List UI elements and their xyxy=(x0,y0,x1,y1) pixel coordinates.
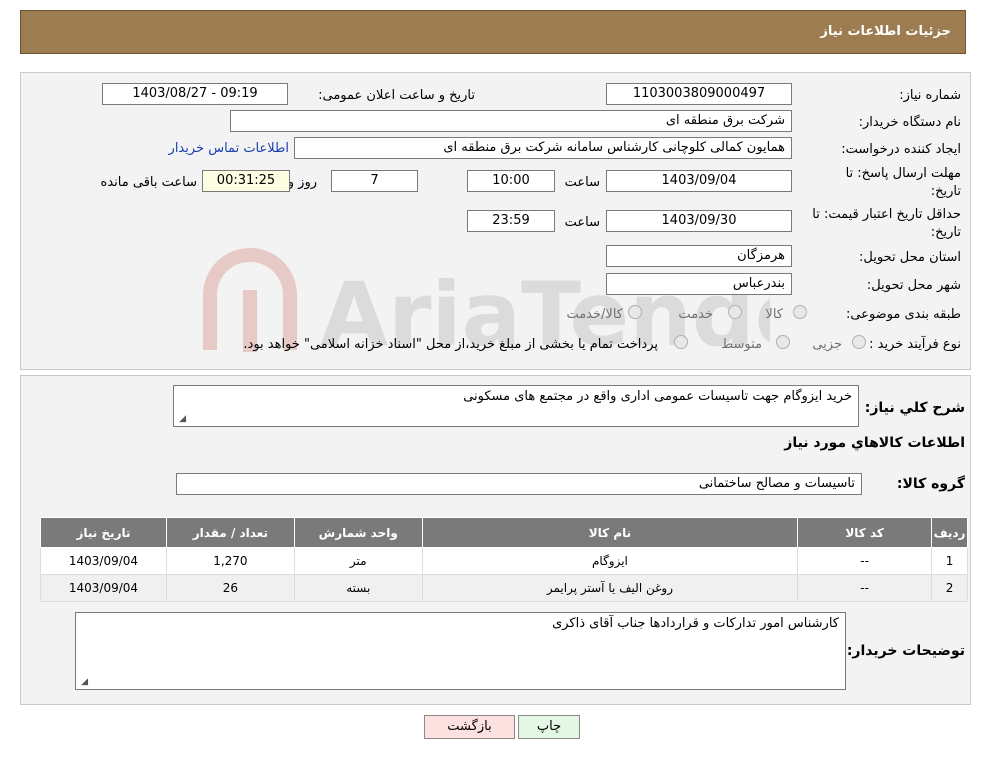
days-field[interactable]: 7 xyxy=(331,170,418,192)
need-number-label: شماره نیاز: xyxy=(899,88,961,103)
description-label: شرح کلي نياز: xyxy=(864,400,965,416)
cell-name: روغن الیف یا آستر پرایمر xyxy=(421,574,799,602)
col-row: ردیف xyxy=(931,517,968,548)
page-header: جزئیات اطلاعات نیاز xyxy=(20,10,966,54)
need-number-field[interactable]: 1103003809000497 xyxy=(606,83,792,105)
col-quantity: تعداد / مقدار xyxy=(165,517,295,548)
process-radio-minor[interactable] xyxy=(852,335,866,349)
process-radio-medium[interactable] xyxy=(776,335,790,349)
buyer-org-field[interactable]: شرکت برق منطقه ای xyxy=(230,110,792,132)
category-option-goods: کالا xyxy=(765,307,783,322)
category-label: طبقه بندی موضوعی: xyxy=(845,307,961,322)
validity-time-field[interactable]: 23:59 xyxy=(467,210,555,232)
category-radio-goods[interactable] xyxy=(793,305,807,319)
province-label: استان محل تحویل: xyxy=(859,250,961,265)
buyer-org-label: نام دستگاه خریدار: xyxy=(858,115,961,130)
category-option-both: کالا/خدمت xyxy=(566,307,623,322)
cell-unit: بسته xyxy=(293,574,423,602)
table-row[interactable]: 1 -- ایزوگام متر 1,270 1403/09/04 xyxy=(40,547,968,575)
announce-field[interactable]: 1403/08/27 - 09:19 xyxy=(102,83,288,105)
cell-date: 1403/09/04 xyxy=(40,574,167,602)
cell-quantity: 1,270 xyxy=(165,547,295,575)
creator-label: ایجاد کننده درخواست: xyxy=(841,142,961,157)
table-header-row: ردیف کد کالا نام کالا واحد شمارش تعداد /… xyxy=(40,517,968,548)
category-option-service: خدمت xyxy=(678,307,713,322)
description-text: خرید ایزوگام جهت تاسیسات عمومی اداری واق… xyxy=(463,389,852,404)
validity-date-field[interactable]: 1403/09/30 xyxy=(606,210,792,232)
col-date: تاریخ نیاز xyxy=(40,517,167,548)
category-radio-both[interactable] xyxy=(628,305,642,319)
col-unit: واحد شمارش xyxy=(293,517,423,548)
validity-hour-label: ساعت xyxy=(564,215,600,230)
table-row[interactable]: 2 -- روغن الیف یا آستر پرایمر بسته 26 14… xyxy=(40,574,968,602)
print-button[interactable]: چاپ xyxy=(518,715,580,739)
col-code: کد کالا xyxy=(797,517,933,548)
cell-row: 2 xyxy=(931,574,968,602)
cell-code: -- xyxy=(797,547,933,575)
buyer-notes-label: توضیحات خریدار: xyxy=(846,643,965,659)
process-option-medium: متوسط xyxy=(721,337,762,352)
description-field[interactable]: خرید ایزوگام جهت تاسیسات عمومی اداری واق… xyxy=(173,385,859,427)
cell-code: -- xyxy=(797,574,933,602)
city-label: شهر محل تحویل: xyxy=(866,278,961,293)
cell-unit: متر xyxy=(293,547,423,575)
creator-field[interactable]: همایون کمالی کلوچانی کارشناس سامانه شرکت… xyxy=(294,137,792,159)
days-label: روز و xyxy=(287,175,317,190)
goods-group-label: گروه کالا: xyxy=(896,476,965,492)
remaining-label: ساعت باقی مانده xyxy=(100,175,197,190)
province-field[interactable]: هرمزگان xyxy=(606,245,792,267)
deadline-hour-label: ساعت xyxy=(564,175,600,190)
process-treasury-note: پرداخت تمام یا بخشی از مبلغ خرید،از محل … xyxy=(243,337,658,352)
cell-name: ایزوگام xyxy=(421,547,799,575)
deadline-label: مهلت ارسال پاسخ: تا xyxy=(845,166,961,181)
goods-info-title: اطلاعات کالاهاي مورد نياز xyxy=(784,435,965,451)
back-button[interactable]: بازگشت xyxy=(424,715,515,739)
buyer-notes-field[interactable]: کارشناس امور تدارکات و قراردادها جناب آق… xyxy=(75,612,846,690)
buyer-notes-text: کارشناس امور تدارکات و قراردادها جناب آق… xyxy=(552,616,839,631)
announce-label: تاریخ و ساعت اعلان عمومی: xyxy=(318,88,475,103)
process-checkbox-treasury[interactable] xyxy=(674,335,688,349)
deadline-date-field[interactable]: 1403/09/04 xyxy=(606,170,792,192)
resize-grip-icon[interactable]: ◢ xyxy=(78,677,88,687)
category-radio-service[interactable] xyxy=(728,305,742,319)
cell-row: 1 xyxy=(931,547,968,575)
resize-grip-icon[interactable]: ◢ xyxy=(176,414,186,424)
col-name: نام کالا xyxy=(421,517,799,548)
city-field[interactable]: بندرعباس xyxy=(606,273,792,295)
goods-table: ردیف کد کالا نام کالا واحد شمارش تعداد /… xyxy=(40,517,968,602)
process-option-minor: جزیی xyxy=(812,337,842,352)
cell-date: 1403/09/04 xyxy=(40,547,167,575)
goods-group-field[interactable]: تاسیسات و مصالح ساختمانی xyxy=(176,473,862,495)
cell-quantity: 26 xyxy=(165,574,295,602)
validity-label: حداقل تاریخ اعتبار قیمت: تا xyxy=(812,207,961,222)
validity-label-date: تاریخ: xyxy=(930,225,961,240)
remaining-time-field: 00:31:25 xyxy=(202,170,290,192)
deadline-time-field[interactable]: 10:00 xyxy=(467,170,555,192)
buyer-contact-link[interactable]: اطلاعات تماس خریدار xyxy=(169,141,289,156)
deadline-label-date: تاریخ: xyxy=(930,184,961,199)
process-label: نوع فرآیند خرید : xyxy=(869,337,961,352)
page-title: جزئیات اطلاعات نیاز xyxy=(820,24,951,39)
